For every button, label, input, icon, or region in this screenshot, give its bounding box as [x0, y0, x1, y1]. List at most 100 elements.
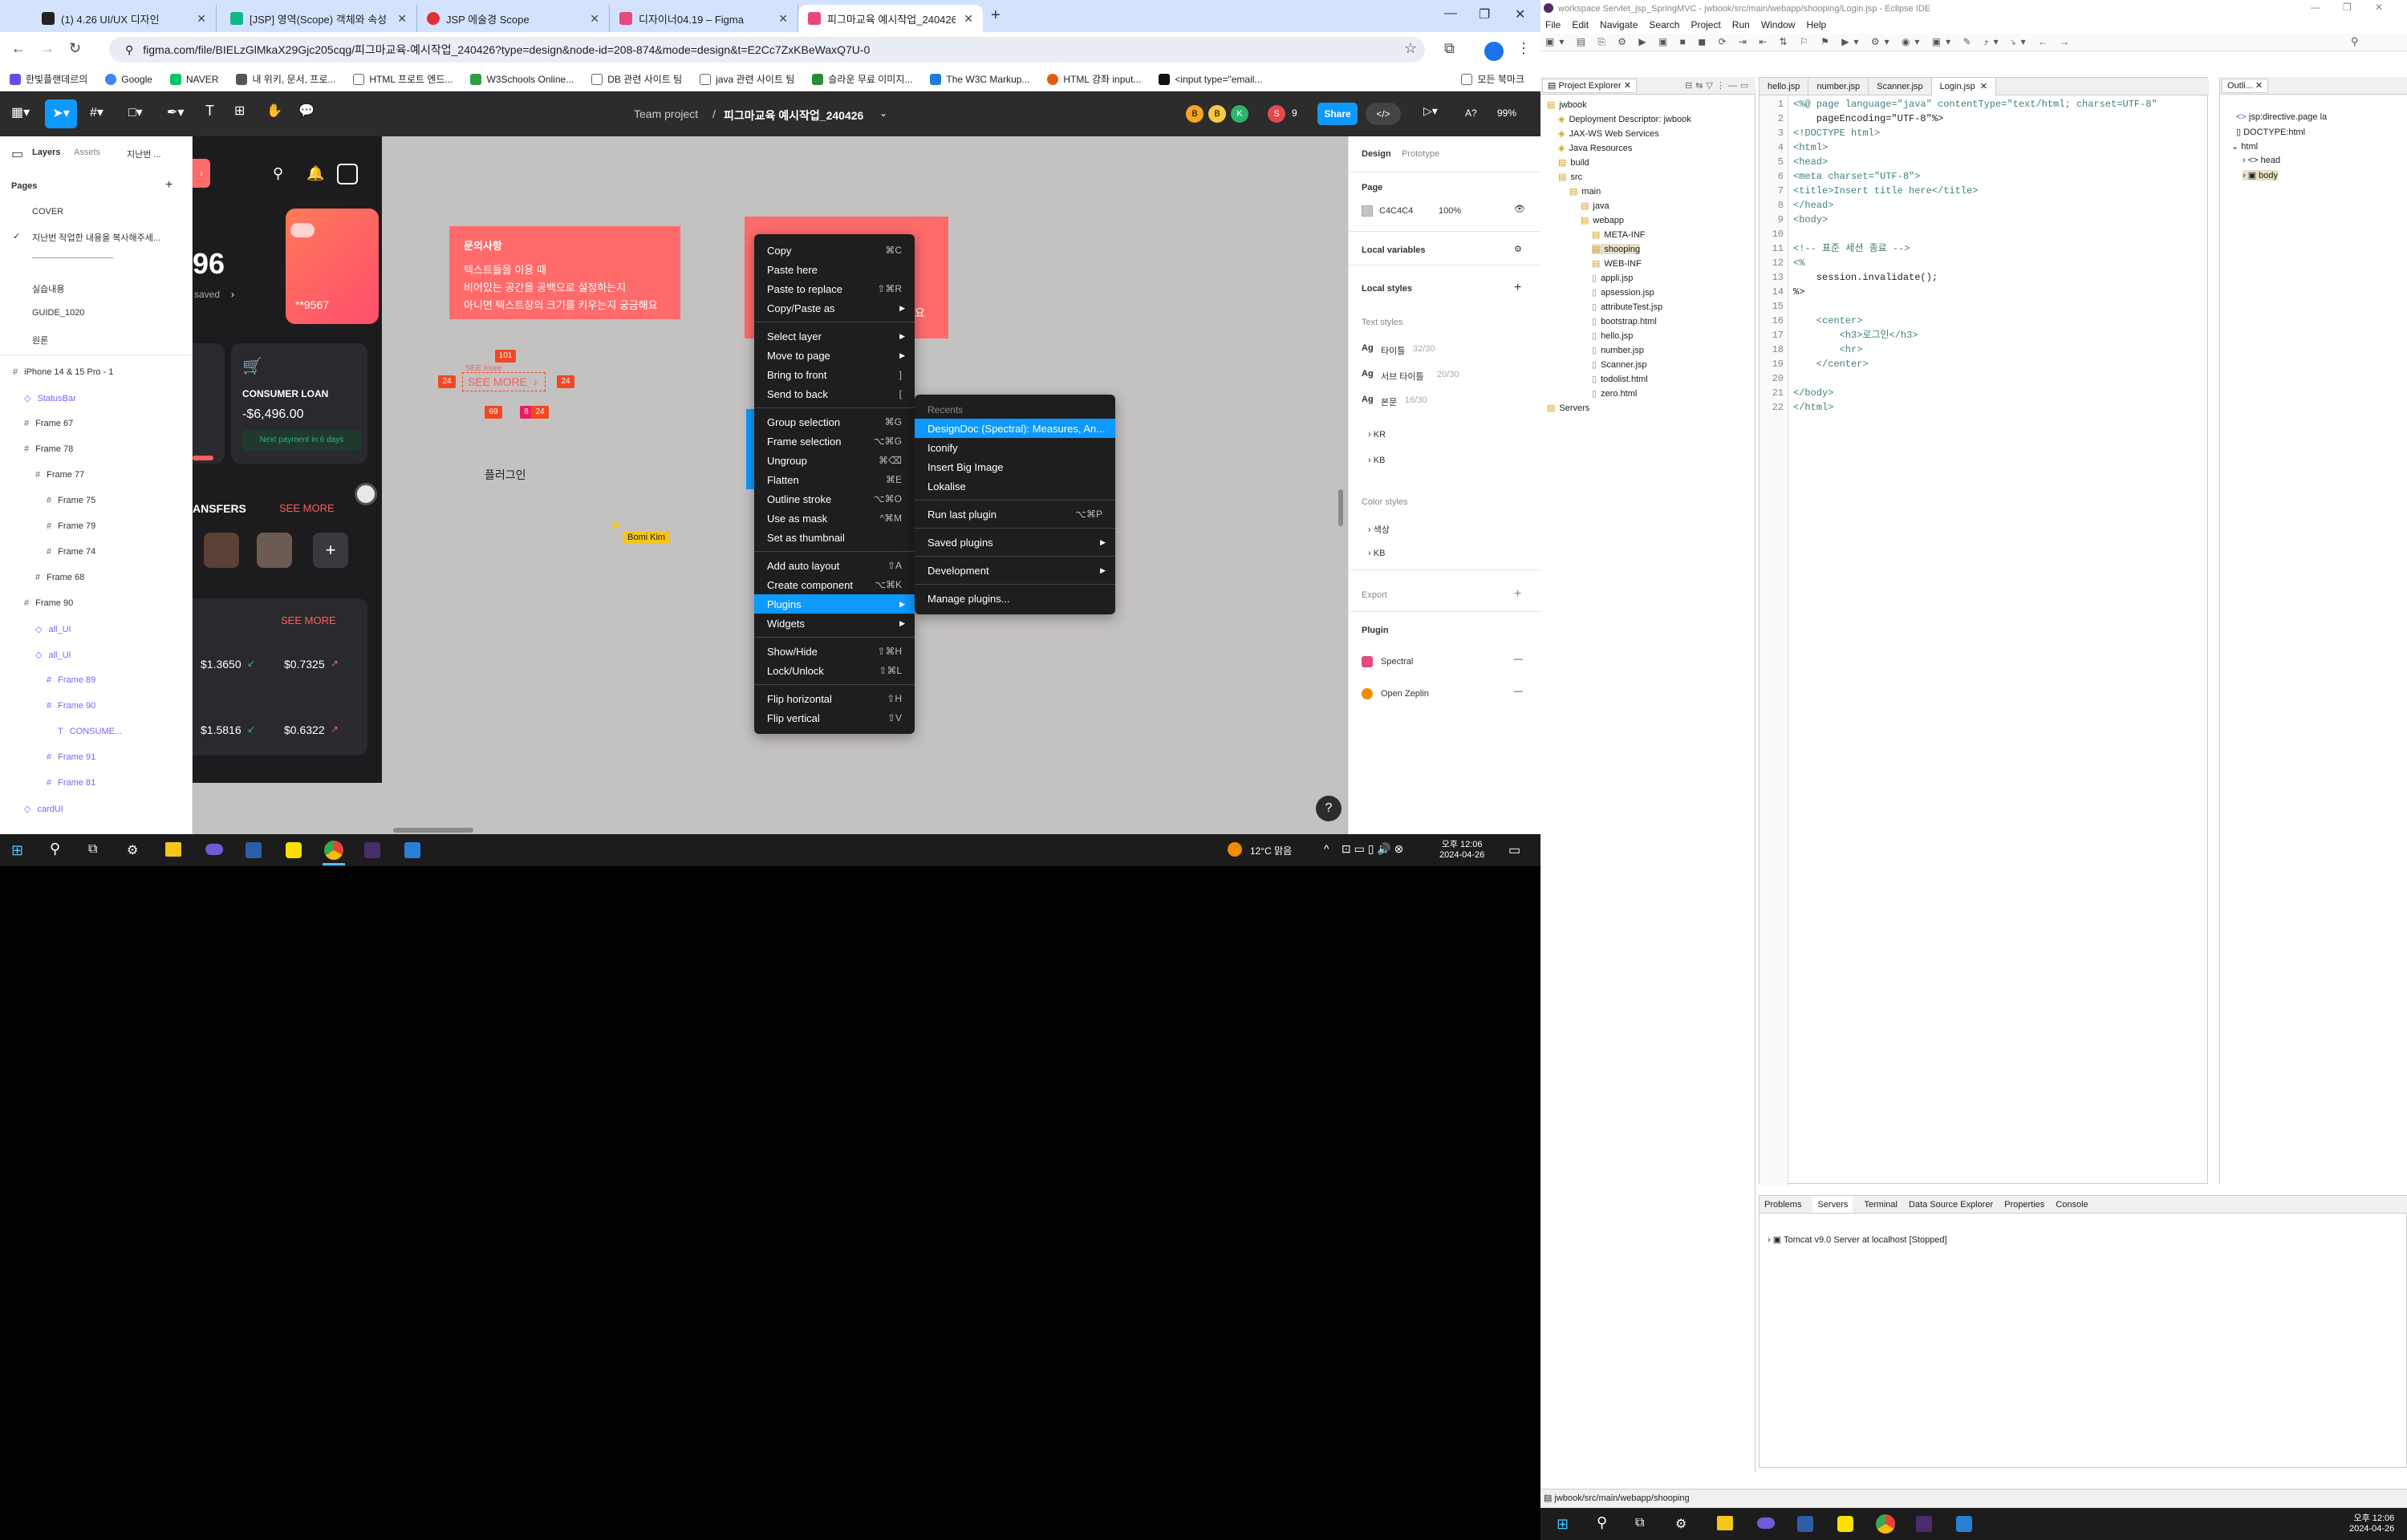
remove-icon[interactable]: — [1514, 687, 1523, 696]
help-icon[interactable]: ? [1316, 796, 1342, 821]
zoom-level[interactable]: 99% [1497, 107, 1516, 119]
layer-item[interactable]: ◇ cardUI [24, 804, 63, 814]
tree-item[interactable]: ▤ build [1558, 157, 1589, 168]
chevron-down-icon[interactable]: ⌄ [879, 107, 887, 119]
menu-help[interactable]: Help [1807, 19, 1827, 34]
layer-item[interactable]: ◇ StatusBar [24, 393, 76, 403]
address-bar[interactable]: ⚲ figma.com/file/BIELzGlMkaX29Gjc205cqg/… [109, 37, 1425, 63]
plugin-menu-item[interactable]: Manage plugins... [915, 589, 1115, 608]
tree-item[interactable]: ◈ Java Resources [1558, 143, 1632, 153]
bookmark[interactable]: HTML 강좌 input... [1047, 72, 1141, 86]
bookmark[interactable]: DB 관련 사이트 팀 [591, 72, 682, 86]
local-variables[interactable]: Local variables [1362, 245, 1426, 255]
plugin-menu-item[interactable]: Development [915, 561, 1115, 580]
task-view-icon[interactable]: ⧉ [1635, 1516, 1644, 1530]
settings-icon[interactable]: ⚙ [1675, 1516, 1687, 1532]
bottom-tab-properties[interactable]: Properties [2004, 1196, 2044, 1213]
new-tab-icon[interactable]: + [991, 6, 1001, 25]
menu-item[interactable]: Create component ⌥⌘K [754, 575, 915, 594]
present-icon[interactable]: ▷▾ [1423, 104, 1438, 118]
menu-item[interactable]: Show/Hide ⇧⌘H [754, 642, 915, 661]
plugin-menu-item[interactable]: DesignDoc (Spectral): Measures, An... [915, 419, 1115, 438]
tree-item[interactable]: ▯ hello.jsp [1592, 330, 1633, 341]
menu-item[interactable]: Plugins [754, 594, 915, 614]
bookmark[interactable]: 한빛플랜데르의 [10, 72, 87, 86]
close-icon[interactable]: ✕ [397, 12, 407, 26]
menu-item[interactable]: Set as thumbnail [754, 528, 915, 547]
tree-item[interactable]: ▤ META-INF [1592, 229, 1646, 240]
bookmark[interactable]: W3Schools Online... [470, 73, 574, 85]
bookmark[interactable]: 내 위키, 문서, 프로... [236, 72, 335, 86]
server-row[interactable]: › ▣ Tomcat v9.0 Server at localhost [Sto… [1768, 1234, 1947, 1245]
comment-icon[interactable]: 💬 [298, 103, 315, 119]
clock[interactable]: 오후 12:06 2024-04-26 [1439, 837, 1484, 860]
add-style-icon[interactable]: + [1514, 281, 1521, 295]
resources-icon[interactable]: ⊞ [234, 103, 245, 119]
search-icon[interactable]: ⚲ [50, 841, 60, 857]
page-item[interactable]: 실습내용 [32, 282, 64, 295]
bottom-tab-servers[interactable]: Servers [1812, 1196, 1853, 1213]
avatar[interactable]: B [1186, 105, 1204, 123]
bottom-tab-problems[interactable]: Problems [1764, 1196, 1801, 1213]
remove-icon[interactable]: — [1514, 654, 1523, 664]
font-icon[interactable]: A? [1465, 107, 1477, 119]
notification-icon[interactable]: ▭ [1508, 842, 1520, 858]
notice-box[interactable]: 문의사항 텍스트들을 이용 때 비어있는 공간을 공백으로 설정하는지 아니면 … [449, 226, 680, 319]
text-style-name[interactable]: 본문 [1381, 395, 1397, 408]
toolbar-icons[interactable]: ▣▾ ▤ ⎘ ⚙ ▶ ▣ ■ ◼ ⟳ ⇥ ⇤ ⇅ ⚐ ⚑ ▶▾ ⚙▾ ◉▾ ▣▾… [1545, 36, 2074, 48]
page-item[interactable]: 원론 [32, 334, 48, 346]
plugin-menu-item[interactable]: Iconify [915, 438, 1115, 457]
page-item[interactable]: COVER [32, 207, 63, 217]
tree-item[interactable]: ◈ JAX-WS Web Services [1558, 128, 1659, 139]
tree-item[interactable]: ▯ bootstrap.html [1592, 316, 1657, 326]
windows-start-icon[interactable]: ⊞ [11, 842, 23, 859]
page-item[interactable]: GUIDE_1020 [32, 308, 84, 318]
menu-item[interactable]: Paste to replace ⇧⌘R [754, 279, 915, 298]
tab-prototype[interactable]: Prototype [1402, 149, 1439, 159]
layer-item[interactable]: # Frame 90 [24, 598, 73, 608]
close-icon[interactable]: ✕ [590, 12, 599, 26]
menu-item[interactable]: Widgets [754, 614, 915, 633]
tree-item[interactable]: ▤ java [1581, 201, 1609, 211]
task-view-icon[interactable]: ⧉ [88, 842, 97, 857]
menu-file[interactable]: File [1545, 19, 1561, 34]
windows-start-icon[interactable]: ⊞ [1557, 1516, 1569, 1533]
kakaotalk-icon[interactable] [1837, 1516, 1853, 1532]
tree-item[interactable]: ▤ WEB-INF [1592, 258, 1642, 269]
sidebar-toggle-icon[interactable]: ▭ [11, 146, 23, 162]
plugin-menu-item[interactable]: Run last plugin ⌥⌘P [915, 505, 1115, 524]
tree-item[interactable]: ▯ attributeTest.jsp [1592, 302, 1662, 312]
kakaotalk-icon[interactable] [286, 842, 302, 858]
figma-menu-icon[interactable]: ▦▾ [11, 104, 30, 120]
plugin-menu-item[interactable]: Insert Big Image [915, 457, 1115, 476]
menu-item[interactable]: Group selection ⌘G [754, 412, 915, 432]
tab-assets[interactable]: Assets [74, 148, 100, 157]
window-close-icon[interactable]: ✕ [1515, 6, 1525, 22]
tree-item[interactable]: ▤ jwbook [1547, 99, 1587, 110]
tray-icons[interactable]: ⊡ ▭ ▯ 🔊 ⊗ [1342, 842, 1403, 856]
menu-item[interactable]: Paste here [754, 260, 915, 279]
chrome-icon[interactable] [1876, 1514, 1895, 1534]
tree-item[interactable]: ▤ shooping [1592, 244, 1641, 254]
tree-item[interactable]: ▯ apsession.jsp [1592, 287, 1654, 298]
text-tool-icon[interactable]: T [205, 103, 214, 120]
menu-project[interactable]: Project [1691, 19, 1720, 34]
extensions-icon[interactable]: ⧉ [1444, 40, 1455, 57]
browser-tab[interactable]: [JSP] 영역(Scope) 객체와 속성 ✕ [221, 5, 417, 32]
menu-item[interactable]: Frame selection ⌥⌘G [754, 432, 915, 451]
plugin-menu-item[interactable]: Lokalise [915, 476, 1115, 496]
site-info-icon[interactable]: ⚲ [125, 43, 133, 57]
layer-item[interactable]: # Frame 89 [47, 675, 95, 685]
page-item-current[interactable]: 지난번 작업한 내용을 복사해주세... [32, 231, 160, 244]
close-icon[interactable]: ✕ [778, 12, 788, 26]
more-menu-icon[interactable]: ⋮ [1516, 40, 1531, 57]
style-group[interactable]: › KB [1368, 456, 1385, 465]
shape-tool-icon[interactable]: □▾ [128, 104, 143, 120]
menu-item[interactable]: Flatten ⌘E [754, 470, 915, 489]
bookmark[interactable]: 슬라운 무료 이미지... [812, 72, 912, 86]
tab-layers[interactable]: Layers [32, 148, 60, 157]
horizontal-scrollbar[interactable] [393, 828, 473, 833]
bottom-tab-data-source-explorer[interactable]: Data Source Explorer [1909, 1196, 1993, 1213]
menu-item[interactable]: Outline stroke ⌥⌘O [754, 489, 915, 509]
browser-tab[interactable]: JSP 에술경 Scope ✕ [417, 5, 610, 32]
